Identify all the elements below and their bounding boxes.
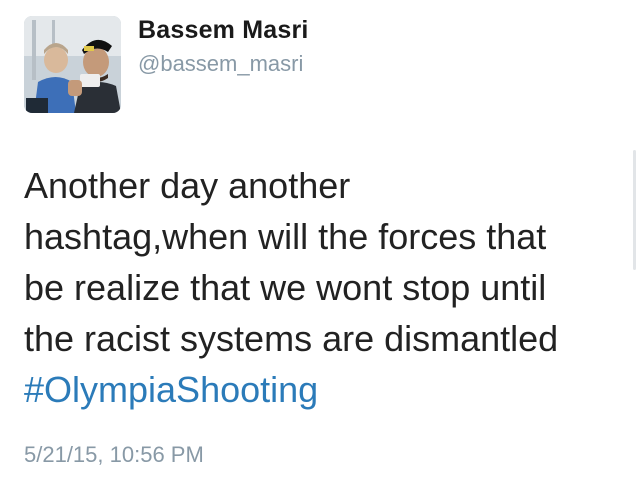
tweet-line: the racist systems are dismantled	[24, 318, 559, 359]
hashtag-link[interactable]: #OlympiaShooting	[24, 369, 318, 410]
user-handle[interactable]: @bassem_masri	[138, 51, 303, 77]
display-name[interactable]: Bassem Masri	[138, 16, 309, 45]
tweet-text: Another day another hashtag,when will th…	[24, 160, 624, 415]
scrollbar[interactable]	[633, 150, 636, 270]
tweet-line: be realize that we wont stop until	[24, 267, 547, 308]
avatar-photo	[24, 16, 121, 113]
avatar[interactable]	[24, 16, 121, 113]
tweet-line: Another day another	[24, 165, 351, 206]
tweet-card: Bassem Masri @bassem_masri Another day a…	[0, 0, 640, 488]
tweet-line: hashtag,when will the forces that	[24, 216, 547, 257]
timestamp: 5/21/15, 10:56 PM	[24, 442, 204, 467]
